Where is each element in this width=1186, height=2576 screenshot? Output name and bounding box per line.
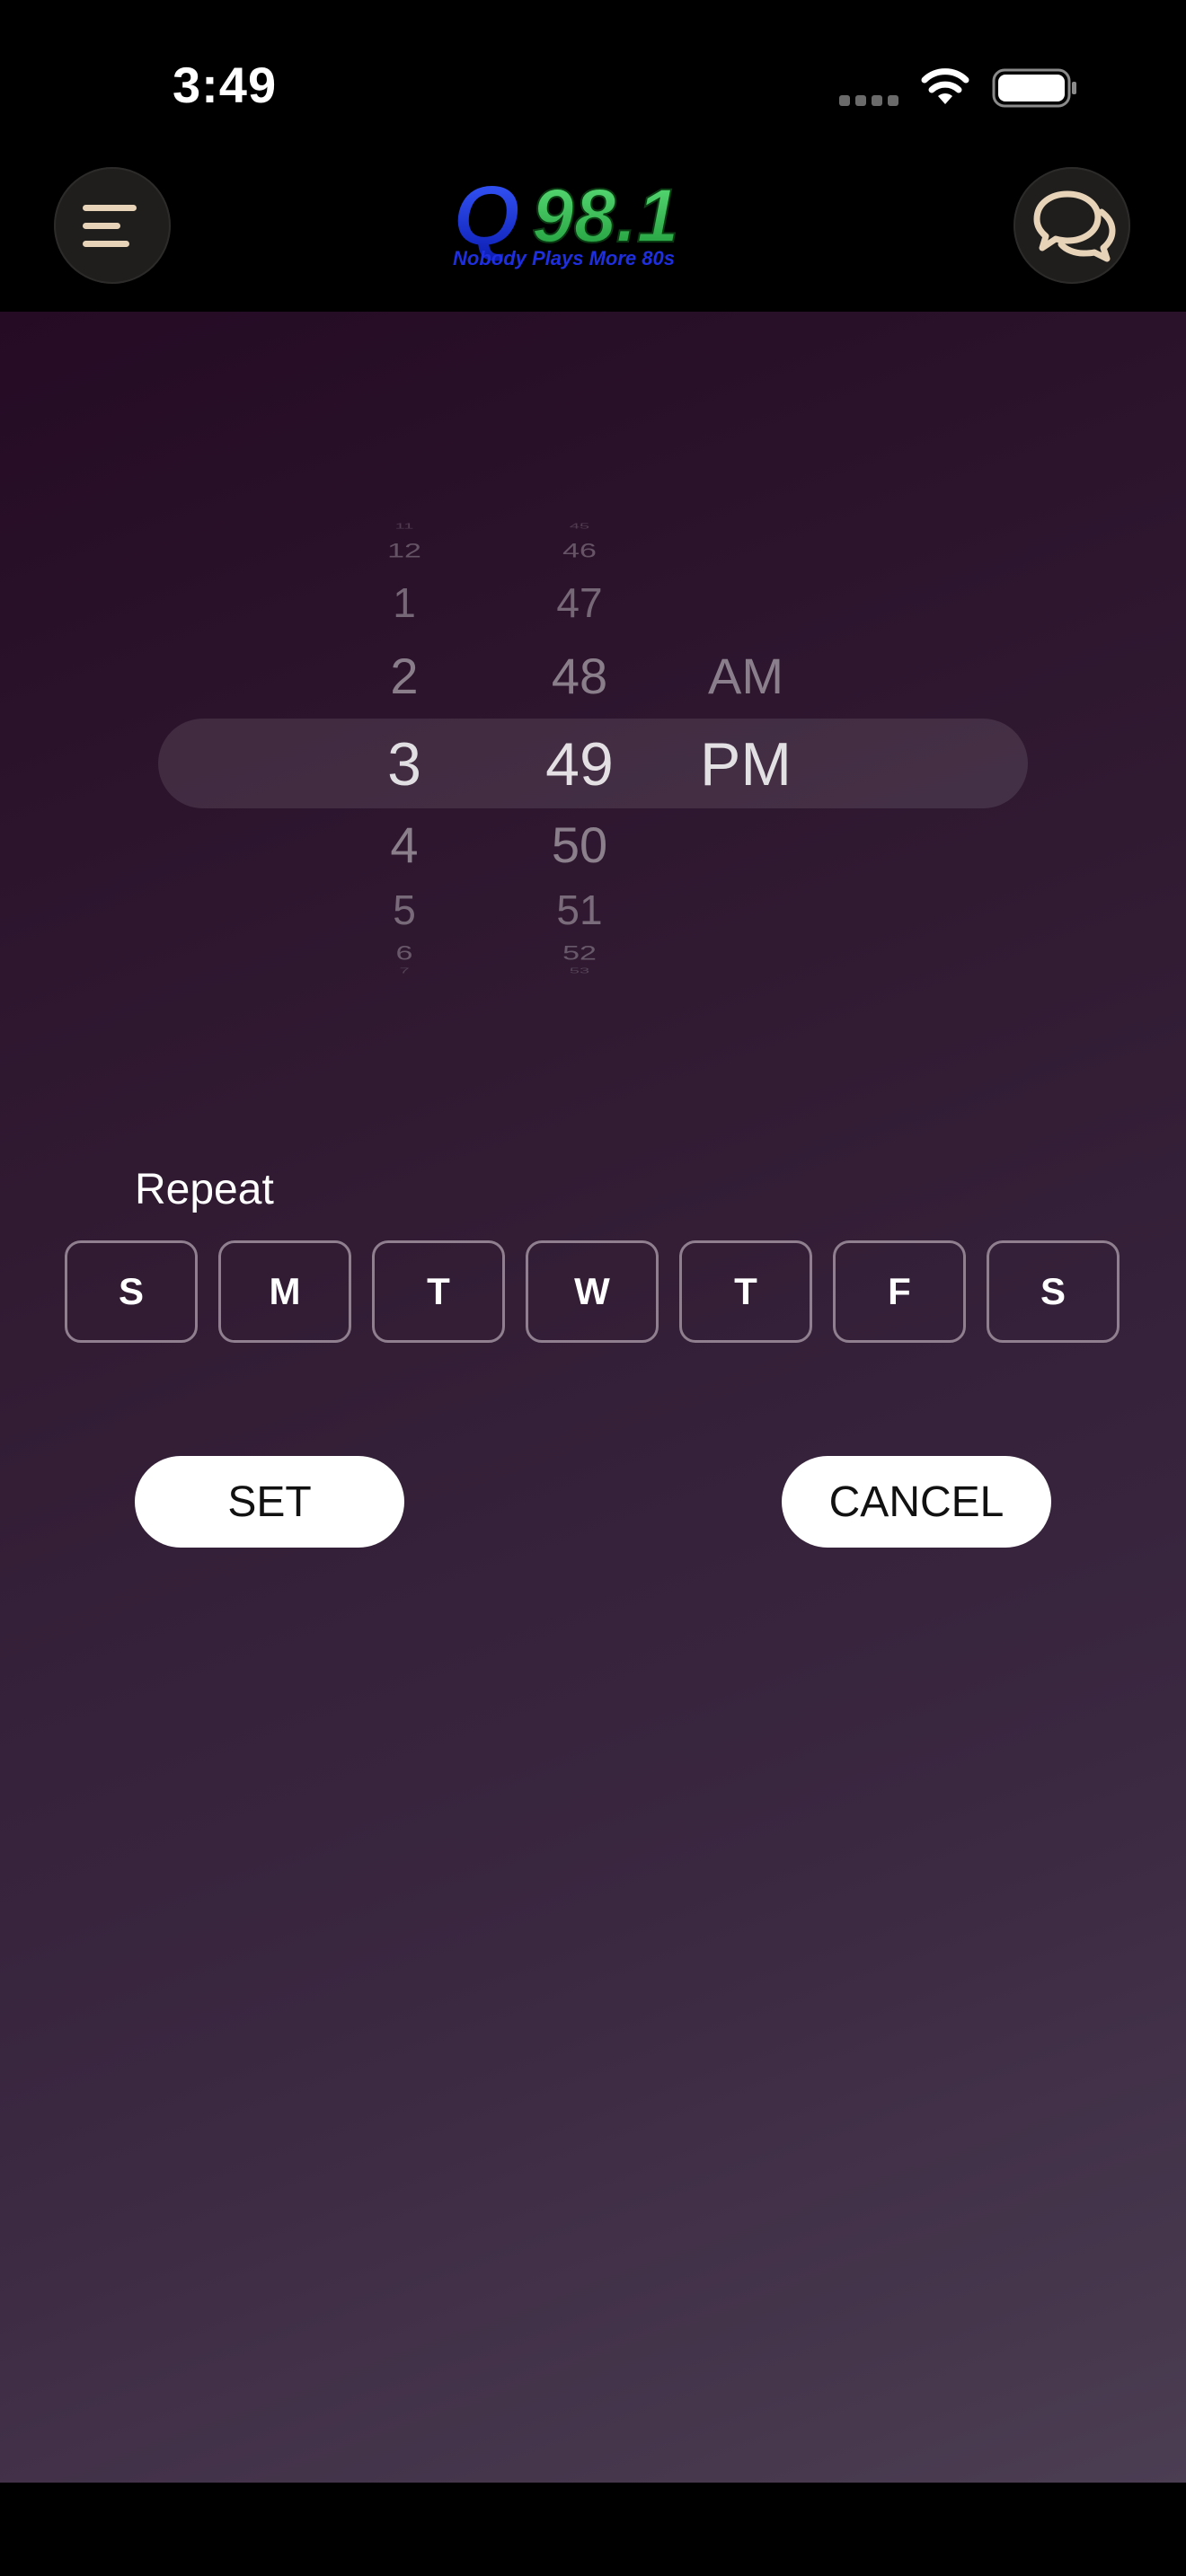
cancel-button[interactable]: CANCEL xyxy=(782,1456,1051,1548)
menu-icon-line xyxy=(83,205,137,211)
minute-option[interactable]: 48 xyxy=(517,647,642,705)
svg-text:Nobody Plays More 80s: Nobody Plays More 80s xyxy=(453,247,675,269)
minute-option[interactable]: 45 xyxy=(517,523,642,531)
alarm-screen: 11 12 1 2 3 4 5 6 7 45 46 47 48 49 50 51… xyxy=(0,312,1186,2483)
hour-option[interactable]: 6 xyxy=(341,942,467,965)
app-header: Q 98.1 Nobody Plays More 80s xyxy=(0,139,1186,312)
station-logo: Q 98.1 Nobody Plays More 80s xyxy=(452,175,680,269)
day-toggle-thursday[interactable]: T xyxy=(679,1240,812,1343)
day-toggle-saturday[interactable]: S xyxy=(987,1240,1120,1343)
ampm-option[interactable]: AM xyxy=(683,647,809,705)
hour-option[interactable]: 4 xyxy=(341,816,467,874)
minute-option-selected[interactable]: 49 xyxy=(517,729,642,799)
hour-option[interactable]: 12 xyxy=(341,540,467,562)
cellular-signal-icon xyxy=(839,95,900,106)
hour-option[interactable]: 11 xyxy=(341,523,467,531)
menu-button[interactable] xyxy=(54,167,171,284)
hour-option[interactable]: 7 xyxy=(341,967,467,975)
hour-option[interactable]: 5 xyxy=(341,886,467,934)
menu-icon-line xyxy=(83,241,129,247)
set-button[interactable]: SET xyxy=(135,1456,404,1548)
day-toggle-tuesday[interactable]: T xyxy=(372,1240,505,1343)
bottom-bar xyxy=(0,2483,1186,2576)
hour-option[interactable]: 2 xyxy=(341,647,467,705)
repeat-label: Repeat xyxy=(135,1166,274,1213)
chat-button[interactable] xyxy=(1013,167,1130,284)
chat-bubbles-icon xyxy=(1033,190,1116,262)
svg-text:98.1: 98.1 xyxy=(532,175,679,258)
wifi-icon xyxy=(921,68,969,104)
status-time: 3:49 xyxy=(173,57,278,113)
ampm-option-selected[interactable]: PM xyxy=(683,729,809,799)
day-toggle-wednesday[interactable]: W xyxy=(526,1240,659,1343)
hour-option[interactable]: 1 xyxy=(341,578,467,627)
minute-option[interactable]: 53 xyxy=(517,967,642,975)
menu-icon-line xyxy=(83,223,120,229)
minute-option[interactable]: 52 xyxy=(517,942,642,965)
battery-icon xyxy=(992,68,1076,108)
minute-option[interactable]: 50 xyxy=(517,816,642,874)
day-toggle-sunday[interactable]: S xyxy=(65,1240,198,1343)
repeat-days: S M T W T F S xyxy=(65,1240,1121,1348)
hour-option-selected[interactable]: 3 xyxy=(341,729,467,799)
day-toggle-friday[interactable]: F xyxy=(833,1240,966,1343)
minute-option[interactable]: 47 xyxy=(517,578,642,627)
minute-option[interactable]: 46 xyxy=(517,540,642,562)
day-toggle-monday[interactable]: M xyxy=(218,1240,351,1343)
minute-option[interactable]: 51 xyxy=(517,886,642,934)
time-picker[interactable]: 11 12 1 2 3 4 5 6 7 45 46 47 48 49 50 51… xyxy=(0,521,1186,997)
